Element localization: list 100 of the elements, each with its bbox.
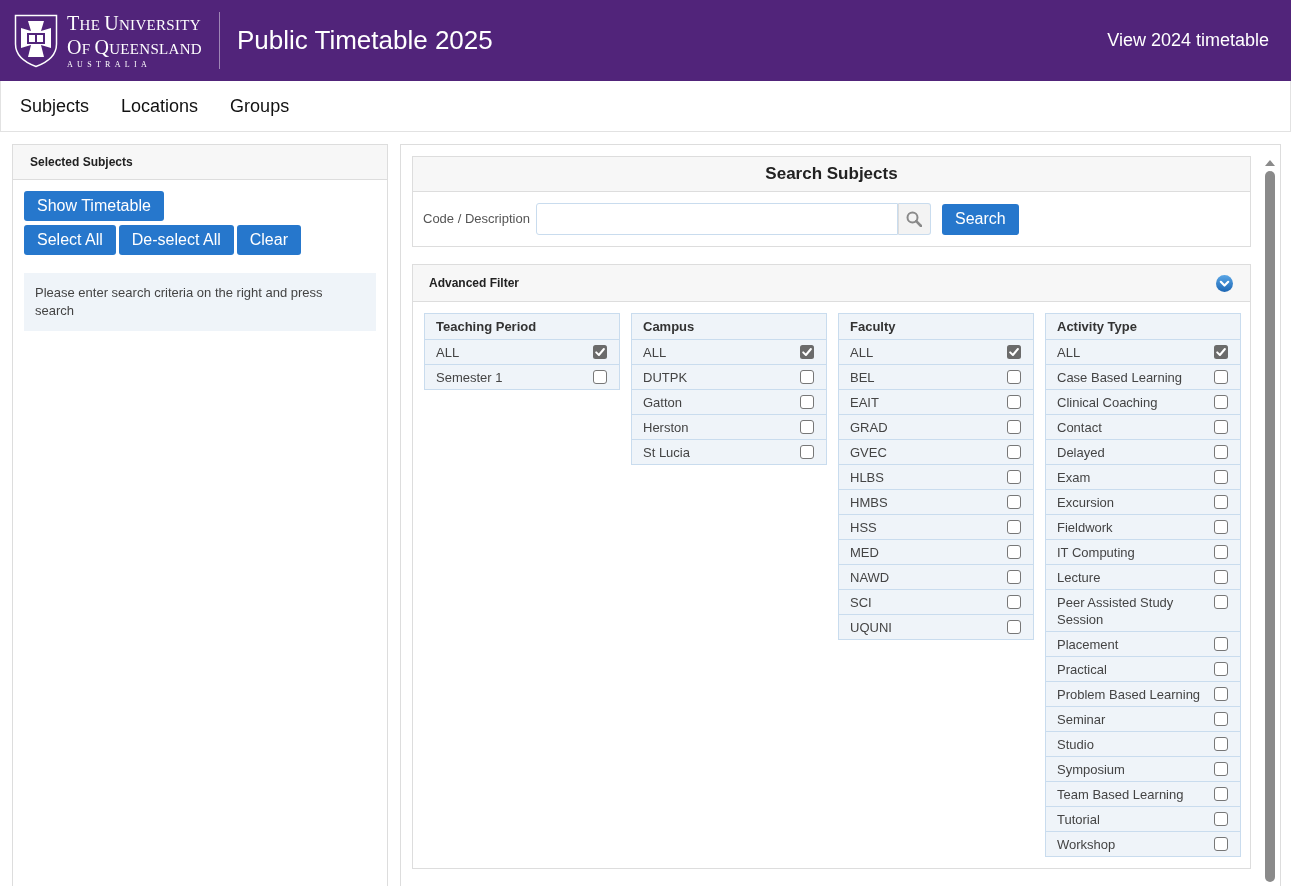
filter-option-label: HMBS	[850, 494, 888, 511]
nav-link[interactable]: Locations	[105, 92, 215, 120]
checkbox[interactable]	[1007, 520, 1021, 534]
checkbox[interactable]	[800, 395, 814, 409]
filter-option-label: ALL	[1057, 344, 1081, 361]
search-icon-button[interactable]	[897, 203, 931, 235]
checkbox[interactable]	[1214, 837, 1228, 851]
checkbox[interactable]	[1007, 570, 1021, 584]
filter-option-label: ALL	[436, 344, 460, 361]
info-message: Please enter search criteria on the right and press search	[24, 273, 376, 331]
filter-option-label: Herston	[643, 419, 689, 436]
filter-option-label: IT Computing	[1057, 544, 1135, 561]
search-field[interactable]	[535, 203, 898, 235]
nav-link[interactable]: Groups	[214, 92, 306, 120]
filter-option-label: Lecture	[1057, 569, 1101, 586]
checkbox[interactable]	[1214, 687, 1228, 701]
checkbox[interactable]	[1007, 370, 1021, 384]
filter-option-label: Placement	[1057, 636, 1119, 653]
filter-option-label: Workshop	[1057, 836, 1116, 853]
filter-option-label: Gatton	[643, 394, 683, 411]
filter-option-label: Semester 1	[436, 369, 503, 386]
filter-option-label: Team Based Learning	[1057, 786, 1184, 803]
filter-option-label: ALL	[643, 344, 667, 361]
filter-option-label: Fieldwork	[1057, 519, 1113, 536]
shield-logo-icon	[14, 13, 58, 68]
action-button[interactable]: De-select All	[118, 225, 234, 255]
filter-option-label: Exam	[1057, 469, 1091, 486]
filter-heading: Faculty	[849, 317, 897, 336]
filter-option-label: BEL	[850, 369, 875, 386]
filter-option-label: HLBS	[850, 469, 884, 486]
filter-option-label: Seminar	[1057, 711, 1106, 728]
filter-option-label: Clinical Coaching	[1057, 394, 1158, 411]
filter-option-label: Delayed	[1057, 444, 1105, 461]
checkbox[interactable]	[1214, 495, 1228, 509]
checkbox[interactable]	[1214, 445, 1228, 459]
checkbox[interactable]	[1214, 370, 1228, 384]
filter-option-label: Studio	[1057, 736, 1094, 753]
filter-option-label: Case Based Learning	[1057, 369, 1183, 386]
filter-option-label: Tutorial	[1057, 811, 1100, 828]
checkbox[interactable]	[1214, 787, 1228, 801]
filter-option-label: ALL	[850, 344, 874, 361]
checkbox[interactable]	[1214, 637, 1228, 651]
checkbox[interactable]	[1007, 470, 1021, 484]
filter-option-label: HSS	[850, 519, 877, 536]
search-icon	[906, 211, 923, 227]
checkbox[interactable]	[800, 345, 814, 359]
checkbox[interactable]	[1007, 595, 1021, 609]
field-label: Code / Description	[423, 210, 530, 229]
checkbox[interactable]	[1007, 420, 1021, 434]
checkbox[interactable]	[1214, 712, 1228, 726]
university-wordmark: THE UNIVERSITY OF QUEENSLAND AUSTRALIA	[67, 12, 202, 69]
checkbox[interactable]	[1214, 420, 1228, 434]
filter-heading: Campus	[642, 317, 696, 336]
filter-option-label: SCI	[850, 594, 872, 611]
search-button[interactable]: Search	[941, 203, 1019, 235]
filter-option-label: UQUNI	[850, 619, 892, 636]
checkbox[interactable]	[1007, 495, 1021, 509]
checkbox[interactable]	[1214, 345, 1228, 359]
checkbox[interactable]	[1007, 545, 1021, 559]
scrollbar-thumb[interactable]	[1265, 171, 1275, 882]
checkbox[interactable]	[1214, 395, 1228, 409]
card-title: Search Subjects	[413, 157, 1250, 192]
scroll-up-arrow-icon[interactable]	[1265, 160, 1275, 166]
chevron-down-icon[interactable]	[1216, 274, 1233, 292]
checkbox[interactable]	[1214, 545, 1228, 559]
filter-heading: Teaching Period	[435, 317, 538, 336]
checkbox[interactable]	[800, 445, 814, 459]
filter-option-label: EAIT	[850, 394, 879, 411]
checkbox[interactable]	[1214, 520, 1228, 534]
card-title: Advanced Filter	[429, 275, 520, 292]
checkbox[interactable]	[1007, 395, 1021, 409]
previous-timetable-link[interactable]: View 2024 timetable	[1107, 27, 1269, 54]
checkbox[interactable]	[1214, 762, 1228, 776]
page-title: Public Timetable 2025	[236, 24, 493, 57]
filter-option-label: GVEC	[850, 444, 887, 461]
checkbox[interactable]	[593, 345, 607, 359]
filter-option-label: Practical	[1057, 661, 1107, 678]
action-button[interactable]: Select All	[24, 225, 116, 255]
action-button[interactable]: Show Timetable	[24, 191, 164, 221]
checkbox[interactable]	[1007, 345, 1021, 359]
filter-option-label: Problem Based Learning	[1057, 686, 1201, 703]
checkbox[interactable]	[1214, 812, 1228, 826]
filter-option-label: DUTPK	[643, 369, 688, 386]
checkbox[interactable]	[1214, 737, 1228, 751]
checkbox[interactable]	[1007, 620, 1021, 634]
checkbox[interactable]	[1214, 662, 1228, 676]
checkbox[interactable]	[1214, 595, 1228, 609]
filter-option-label: NAWD	[850, 569, 890, 586]
checkbox[interactable]	[1214, 470, 1228, 484]
checkbox[interactable]	[1007, 445, 1021, 459]
checkbox[interactable]	[593, 370, 607, 384]
filter-option-label: St Lucia	[643, 444, 690, 461]
filter-option-label: MED	[850, 544, 879, 561]
action-button[interactable]: Clear	[236, 225, 301, 255]
checkbox[interactable]	[800, 420, 814, 434]
checkbox[interactable]	[1214, 570, 1228, 584]
filter-option-label: Excursion	[1057, 494, 1115, 511]
nav-link[interactable]: Subjects	[4, 92, 106, 120]
checkbox[interactable]	[800, 370, 814, 384]
filter-option-label: Peer Assisted Study Session	[1057, 594, 1175, 628]
